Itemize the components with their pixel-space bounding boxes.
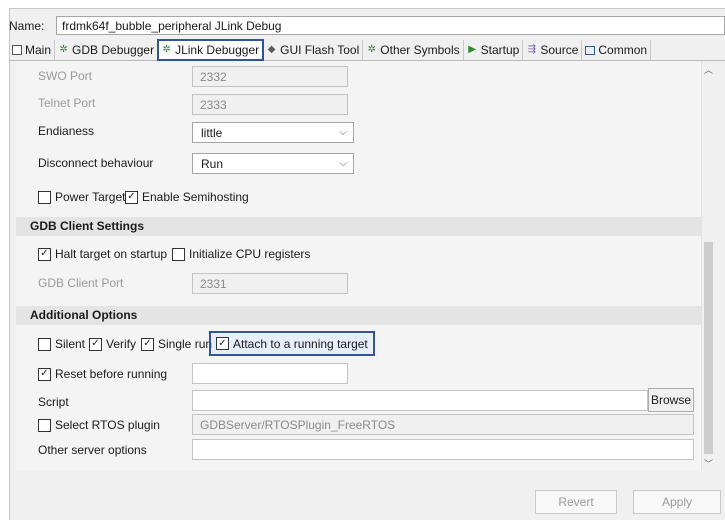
checkbox-box — [38, 337, 51, 351]
power-target-label: Power Target — [55, 190, 126, 204]
gdb-client-section-header: GDB Client Settings — [16, 217, 712, 236]
tab-other-symbols-label: Other Symbols — [380, 43, 460, 57]
startup-icon: ▶ — [468, 44, 476, 55]
revert-button[interactable]: Revert — [535, 490, 617, 514]
name-input[interactable]: frdmk64f_bubble_peripheral JLink Debug — [56, 16, 725, 35]
other-server-options-field[interactable] — [192, 439, 694, 460]
attach-running-target-label: Attach to a running target — [233, 336, 368, 351]
scroll-down-icon[interactable]: ﹀ — [704, 457, 713, 470]
initialize-cpu-label: Initialize CPU registers — [189, 247, 311, 261]
attach-running-target-checkbox[interactable]: ✓ Attach to a running target — [209, 331, 375, 356]
tab-source-label: Source — [540, 43, 579, 57]
tab-gui-flash-tool[interactable]: ◆ GUI Flash Tool — [263, 40, 364, 60]
tab-main[interactable]: Main — [9, 40, 56, 60]
reset-before-running-checkbox[interactable]: ✓ Reset before running — [38, 367, 167, 381]
tab-bar: Main ✲ GDB Debugger ✲ JLink Debugger ◆ G… — [9, 39, 725, 61]
reset-before-running-label: Reset before running — [55, 367, 168, 381]
script-label: Script — [38, 395, 69, 409]
verify-checkbox[interactable]: ✓ Verify — [89, 337, 136, 351]
checkbox-box — [38, 190, 51, 204]
halt-target-checkbox[interactable]: ✓ Halt target on startup — [38, 247, 167, 261]
tab-common-label: Common — [598, 43, 648, 57]
check-icon: ✓ — [38, 367, 51, 381]
check-icon: ✓ — [141, 337, 154, 351]
tab-jlink-debugger-label: JLink Debugger — [175, 43, 260, 57]
tab-source[interactable]: ⇶ Source — [523, 40, 583, 60]
gdb-client-port-label: GDB Client Port — [38, 276, 124, 290]
disconnect-label: Disconnect behaviour — [38, 156, 154, 170]
browse-button[interactable]: Browse — [648, 388, 694, 412]
name-label: Name: — [9, 19, 45, 33]
gdb-debugger-icon: ✲ — [59, 44, 68, 55]
script-field[interactable] — [192, 390, 648, 411]
chevron-down-icon: ⌵ — [339, 158, 347, 169]
scrollbar-thumb[interactable] — [704, 242, 713, 454]
enable-semihosting-checkbox[interactable]: ✓ Enable Semihosting — [125, 190, 249, 204]
vertical-scrollbar[interactable]: ︿ ﹀ — [701, 61, 714, 471]
check-icon: ✓ — [216, 337, 229, 350]
reset-before-running-field[interactable] — [192, 363, 348, 384]
select-rtos-label: Select RTOS plugin — [55, 418, 160, 432]
main-tab-icon — [12, 45, 22, 55]
tab-startup-label: Startup — [480, 43, 520, 57]
endianess-label: Endianess — [38, 124, 95, 138]
checkbox-box — [38, 418, 51, 432]
tab-gdb-debugger[interactable]: ✲ GDB Debugger — [55, 40, 159, 60]
jlink-debugger-panel: SWO Port 2332 Telnet Port 2333 Endianess… — [16, 61, 712, 471]
halt-target-label: Halt target on startup — [55, 247, 168, 261]
silent-checkbox[interactable]: Silent — [38, 337, 85, 351]
swo-port-label: SWO Port — [38, 69, 93, 83]
endianess-value: little — [201, 126, 223, 140]
gdb-client-port-field: 2331 — [192, 273, 348, 294]
scroll-up-icon[interactable]: ︿ — [704, 63, 713, 76]
silent-label: Silent — [55, 337, 86, 351]
other-symbols-icon: ✲ — [367, 44, 376, 55]
tab-jlink-debugger[interactable]: ✲ JLink Debugger — [157, 39, 265, 61]
apply-button[interactable]: Apply — [633, 490, 721, 514]
tab-common[interactable]: Common — [582, 40, 652, 60]
swo-port-field: 2332 — [192, 66, 348, 87]
check-icon: ✓ — [89, 337, 102, 351]
select-rtos-checkbox[interactable]: Select RTOS plugin — [38, 418, 160, 432]
checkbox-box — [172, 247, 185, 261]
tab-other-symbols[interactable]: ✲ Other Symbols — [363, 40, 464, 60]
tab-startup[interactable]: ▶ Startup — [464, 40, 524, 60]
additional-options-section-header: Additional Options — [16, 306, 712, 325]
jlink-debugger-icon: ✲ — [162, 44, 171, 55]
single-run-label: Single run — [158, 337, 213, 351]
check-icon: ✓ — [38, 247, 51, 261]
power-target-checkbox[interactable]: Power Target — [38, 190, 125, 204]
single-run-checkbox[interactable]: ✓ Single run — [141, 337, 212, 351]
tab-gui-flash-tool-label: GUI Flash Tool — [280, 43, 360, 57]
name-row: Name: frdmk64f_bubble_peripheral JLink D… — [9, 16, 725, 36]
rtos-plugin-field: GDBServer/RTOSPlugin_FreeRTOS — [192, 414, 694, 435]
disconnect-select[interactable]: Run ⌵ — [192, 153, 354, 174]
source-icon: ⇶ — [527, 44, 537, 55]
gui-flash-icon: ◆ — [267, 44, 276, 55]
check-icon: ✓ — [125, 190, 138, 204]
endianess-select[interactable]: little ⌵ — [192, 122, 354, 143]
tab-main-label: Main — [25, 43, 52, 57]
verify-label: Verify — [106, 337, 137, 351]
other-server-options-label: Other server options — [38, 443, 147, 457]
initialize-cpu-checkbox[interactable]: Initialize CPU registers — [172, 247, 310, 261]
enable-semihosting-label: Enable Semihosting — [142, 190, 249, 204]
telnet-port-label: Telnet Port — [38, 96, 96, 110]
common-icon — [585, 45, 596, 55]
telnet-port-field: 2333 — [192, 94, 348, 115]
tab-gdb-debugger-label: GDB Debugger — [72, 43, 155, 57]
disconnect-value: Run — [201, 157, 224, 171]
chevron-down-icon: ⌵ — [339, 127, 347, 138]
